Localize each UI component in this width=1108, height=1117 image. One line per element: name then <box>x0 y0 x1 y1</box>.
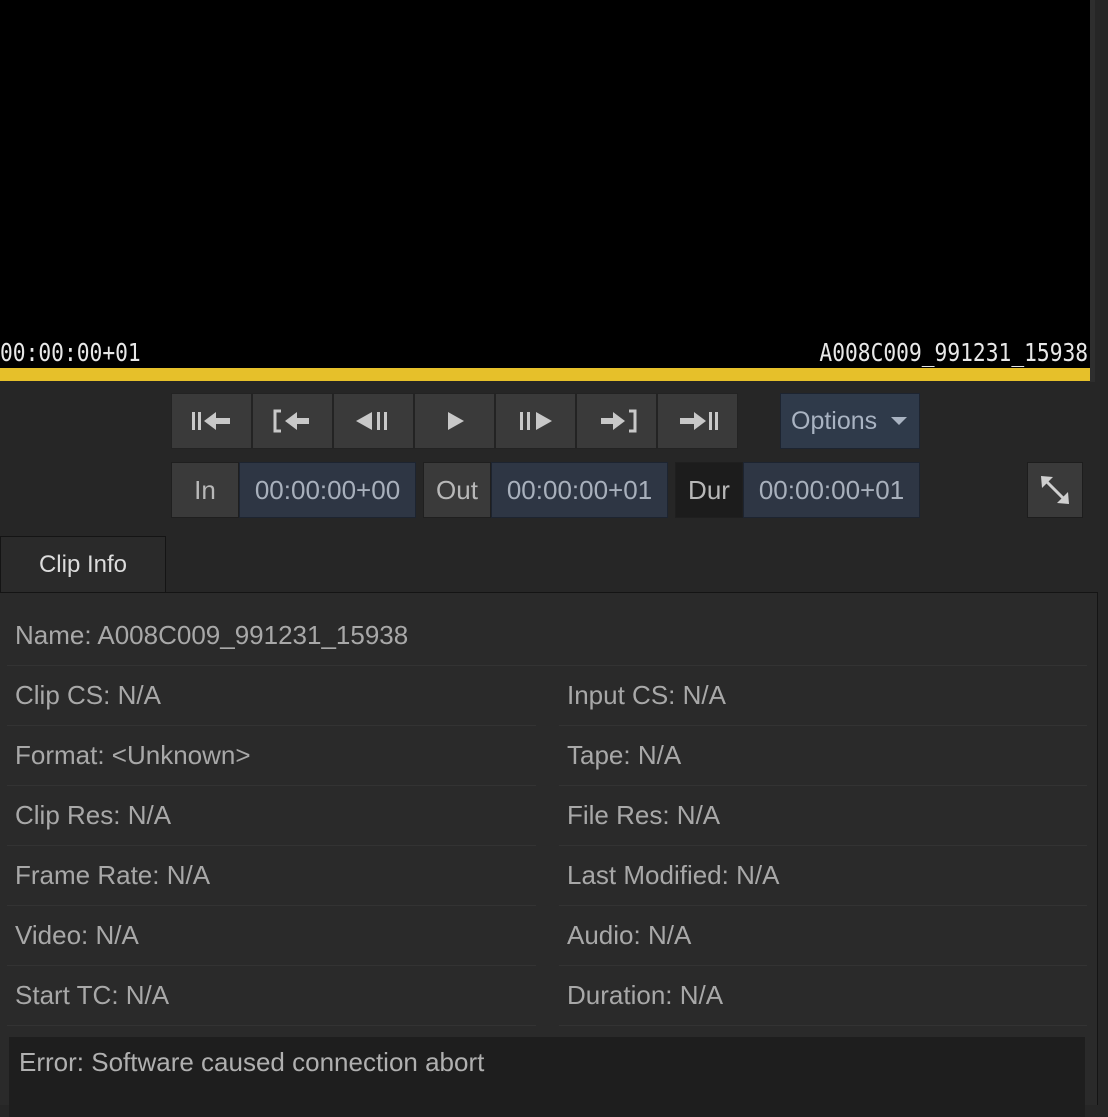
format-row: Format: <Unknown> <box>7 726 536 786</box>
transport-controls <box>171 393 738 449</box>
step-backward-icon <box>355 412 387 430</box>
go-to-in-button[interactable] <box>252 393 333 449</box>
go-to-end-button[interactable] <box>657 393 738 449</box>
audio-row: Audio: N/A <box>559 906 1087 966</box>
last-modified-row: Last Modified: N/A <box>559 846 1087 906</box>
expand-button[interactable] <box>1027 462 1083 518</box>
step-forward-button[interactable] <box>495 393 576 449</box>
skip-to-start-icon <box>191 412 230 430</box>
play-icon <box>447 412 464 430</box>
go-to-out-point-icon <box>600 409 636 433</box>
input-cs-row: Input CS: N/A <box>559 666 1087 726</box>
timeline-scrubber[interactable] <box>0 368 1090 381</box>
duration-row: Duration: N/A <box>559 966 1087 1026</box>
viewer-clip-name: A008C009_991231_15938 <box>819 338 1088 367</box>
clip-cs-row: Clip CS: N/A <box>7 666 536 726</box>
video-row: Video: N/A <box>7 906 536 966</box>
video-viewer[interactable]: 00:00:00+01 A008C009_991231_15938 <box>0 0 1090 368</box>
duration-group: Dur 00:00:00+01 <box>675 462 920 518</box>
duration-label[interactable]: Dur <box>675 462 743 518</box>
in-point-label[interactable]: In <box>171 462 239 518</box>
frame-rate-row: Frame Rate: N/A <box>7 846 536 906</box>
clip-name-row: Name: A008C009_991231_15938 <box>7 606 1087 666</box>
tape-row: Tape: N/A <box>559 726 1087 786</box>
start-tc-row: Start TC: N/A <box>7 966 536 1026</box>
clip-info-panel: Name: A008C009_991231_15938 Clip CS: N/A… <box>0 592 1098 1117</box>
tab-clip-info[interactable]: Clip Info <box>0 536 166 593</box>
chevron-down-icon <box>891 417 908 425</box>
viewer-timecode: 00:00:00+01 <box>0 338 141 367</box>
go-to-in-point-icon <box>273 409 309 433</box>
step-forward-icon <box>519 412 552 430</box>
error-message: Error: Software caused connection abort <box>9 1037 1085 1117</box>
duration-field[interactable]: 00:00:00+01 <box>743 462 920 518</box>
clip-res-row: Clip Res: N/A <box>7 786 536 846</box>
out-point-label[interactable]: Out <box>423 462 491 518</box>
out-point-group: Out 00:00:00+01 <box>423 462 668 518</box>
out-point-field[interactable]: 00:00:00+01 <box>491 462 668 518</box>
go-to-out-button[interactable] <box>576 393 657 449</box>
options-dropdown[interactable]: Options <box>780 393 920 449</box>
in-point-field[interactable]: 00:00:00+00 <box>239 462 416 518</box>
step-back-button[interactable] <box>333 393 414 449</box>
file-res-row: File Res: N/A <box>559 786 1087 846</box>
in-point-group: In 00:00:00+00 <box>171 462 416 518</box>
options-label: Options <box>791 406 878 435</box>
skip-to-end-icon <box>679 412 718 430</box>
expand-arrows-icon <box>1041 476 1069 504</box>
go-to-start-button[interactable] <box>171 393 252 449</box>
play-button[interactable] <box>414 393 495 449</box>
